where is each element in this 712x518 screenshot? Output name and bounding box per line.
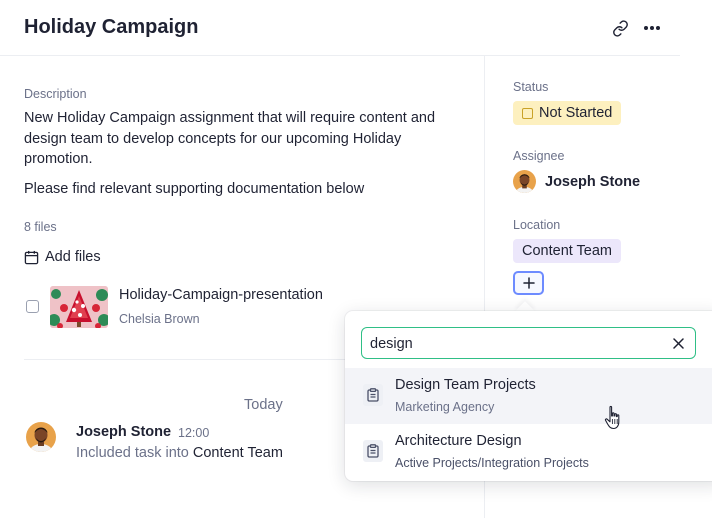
status-value: Not Started <box>539 105 613 121</box>
option-subtitle: Marketing Agency <box>395 400 495 414</box>
activity-day-label: Today <box>244 397 283 413</box>
dropdown-option[interactable]: Design Team Projects Marketing Agency <box>345 368 712 424</box>
activity-time: 12:00 <box>178 426 210 440</box>
assignee-name[interactable]: Joseph Stone <box>545 174 640 190</box>
file-name[interactable]: Holiday-Campaign-presentation <box>119 287 323 303</box>
status-label: Status <box>513 80 549 94</box>
hand-pointer-icon <box>603 405 625 431</box>
option-title: Design Team Projects <box>395 377 536 393</box>
files-count: 8 files <box>24 220 57 234</box>
option-subtitle: Active Projects/Integration Projects <box>395 456 589 470</box>
activity-action: Included task into <box>76 445 189 461</box>
file-checkbox[interactable] <box>26 300 39 313</box>
option-title: Architecture Design <box>395 433 522 449</box>
description-text-2: Please find relevant supporting document… <box>24 181 365 197</box>
status-badge[interactable]: Not Started <box>513 101 622 125</box>
link-icon[interactable] <box>610 18 630 38</box>
task-header: Holiday Campaign <box>0 0 680 56</box>
activity-description: Included task into Content Team <box>76 445 283 461</box>
activity-user[interactable]: Joseph Stone <box>76 424 171 440</box>
more-horizontal-icon[interactable] <box>642 18 662 38</box>
description-label: Description <box>24 87 87 101</box>
avatar <box>513 170 536 193</box>
plus-icon <box>522 277 535 289</box>
add-files-button[interactable]: Add files <box>24 249 101 265</box>
clipboard-icon <box>363 384 383 406</box>
status-square-icon <box>522 107 533 119</box>
calendar-icon <box>24 250 39 265</box>
location-tag[interactable]: Content Team <box>513 239 622 263</box>
page-title: Holiday Campaign <box>24 16 199 38</box>
clear-icon[interactable] <box>671 336 685 350</box>
assignee-label: Assignee <box>513 149 565 163</box>
location-dropdown: Design Team Projects Marketing Agency Ar… <box>345 311 712 481</box>
avatar <box>26 422 56 452</box>
location-label: Location <box>513 218 561 232</box>
activity-target[interactable]: Content Team <box>193 445 283 461</box>
file-owner: Chelsia Brown <box>119 312 200 326</box>
location-search-input[interactable] <box>370 334 660 354</box>
file-thumbnail[interactable] <box>50 286 108 328</box>
clipboard-icon <box>363 440 383 462</box>
location-search-box[interactable] <box>361 327 696 359</box>
description-text: New Holiday Campaign assignment that wil… <box>24 110 436 167</box>
dropdown-option[interactable]: Architecture Design Active Projects/Inte… <box>345 424 712 480</box>
add-files-label: Add files <box>45 249 101 265</box>
add-location-button[interactable] <box>513 271 544 295</box>
